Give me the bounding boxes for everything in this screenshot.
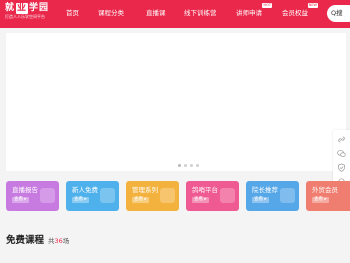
category-card-live-report[interactable]: 直播报告 查看 ▸ <box>6 181 59 211</box>
nav-instructor-apply-label: 讲师申请 <box>236 9 262 17</box>
nav-home[interactable]: 首页 <box>66 8 79 18</box>
logo-char-2: 业 <box>16 3 29 14</box>
category-card-tag: 查看 ▸ <box>72 197 89 203</box>
site-logo[interactable]: 就业学园 打造人人乐学空间平台 <box>5 3 49 20</box>
category-card-dean-recommend[interactable]: 院长推荐 查看 ▸ <box>246 181 299 211</box>
nav-live-courses-label: 直播课 <box>146 9 166 17</box>
category-card-tag: 查看 ▸ <box>192 197 209 203</box>
logo-wordmark: 就业学园 <box>5 3 49 14</box>
category-card-tag: 查看 ▸ <box>132 197 149 203</box>
category-card-foreign-trade[interactable]: 外贸会员 查看 ▸ <box>306 181 350 211</box>
category-illustration-icon <box>160 188 175 203</box>
search-button-label: Q搜 <box>331 9 343 17</box>
category-card-title: 鸽哨平台 <box>192 186 218 194</box>
nav-member-benefits-label: 会员权益 <box>282 9 308 17</box>
category-card-title: 管理系列 <box>132 186 158 194</box>
logo-tagline: 打造人人乐学空间平台 <box>5 14 45 19</box>
category-card-title: 直播报告 <box>12 186 38 194</box>
nav-instructor-apply[interactable]: 讲师申请 HOT <box>236 3 272 18</box>
nav-offline-camp-label: 线下训练营 <box>184 9 217 17</box>
page: 就业学园 打造人人乐学空间平台 首页 课程分类 直播课 线下训练营 讲师申请 H… <box>0 0 350 263</box>
category-card-title: 院长推荐 <box>252 186 278 194</box>
nav-home-label: 首页 <box>66 9 79 17</box>
banner-dot-1[interactable] <box>178 164 181 167</box>
wechat-icon[interactable] <box>337 149 346 158</box>
course-count-value: 36 <box>54 237 63 245</box>
logo-char-1: 就 <box>5 3 16 13</box>
new-badge: NEW <box>307 3 318 8</box>
category-card-newbie-free[interactable]: 新人免费 查看 ▸ <box>66 181 119 211</box>
category-card-management[interactable]: 管理系列 查看 ▸ <box>126 181 179 211</box>
top-nav-bar: 就业学园 打造人人乐学空间平台 首页 课程分类 直播课 线下训练营 讲师申请 H… <box>0 0 350 28</box>
category-illustration-icon <box>40 188 55 203</box>
category-card-tag: 查看 ▸ <box>312 197 329 203</box>
category-card-title: 外贸会员 <box>312 186 338 194</box>
link-icon[interactable] <box>337 135 346 144</box>
search-button[interactable]: Q搜 <box>327 5 350 22</box>
nav-course-categories[interactable]: 课程分类 <box>98 8 124 18</box>
banner-dot-3[interactable] <box>190 164 193 167</box>
category-illustration-icon <box>220 188 235 203</box>
section-title: 免费课程 <box>6 235 45 246</box>
nav-course-categories-label: 课程分类 <box>98 9 124 17</box>
category-illustration-icon <box>100 188 115 203</box>
category-illustration-icon <box>280 188 295 203</box>
category-card-platform[interactable]: 鸽哨平台 查看 ▸ <box>186 181 239 211</box>
category-card-title: 新人免费 <box>72 186 98 194</box>
category-card-tag: 查看 ▸ <box>12 197 29 203</box>
banner-dot-4[interactable] <box>196 164 199 167</box>
hero-banner[interactable] <box>6 33 346 171</box>
course-count: 共36场 <box>48 237 69 246</box>
category-card-tag: 查看 ▸ <box>252 197 269 203</box>
banner-dot-2[interactable] <box>184 164 187 167</box>
shield-icon[interactable] <box>337 163 346 172</box>
course-count-suffix: 场 <box>62 237 70 245</box>
nav-live-courses[interactable]: 直播课 <box>146 8 166 18</box>
hot-badge: HOT <box>262 3 272 8</box>
nav-member-benefits[interactable]: 会员权益 NEW <box>282 3 318 18</box>
nav-offline-camp[interactable]: 线下训练营 <box>184 8 217 18</box>
logo-char-3: 学园 <box>29 3 50 13</box>
